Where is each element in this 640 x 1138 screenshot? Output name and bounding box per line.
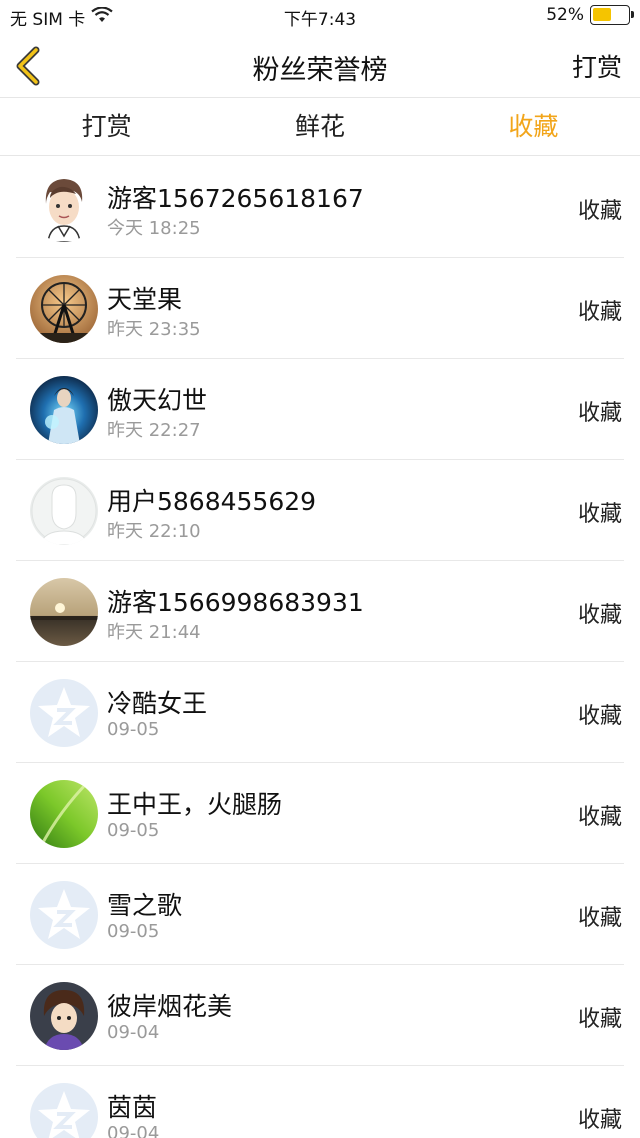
qzone-star-avatar (30, 679, 98, 747)
fan-name: 王中王，火腿肠 (107, 790, 283, 819)
list-item[interactable]: 茵茵 09-04 收藏 (16, 1066, 624, 1138)
fan-action: 收藏 (577, 1108, 622, 1133)
cartoon-man-avatar (30, 174, 98, 242)
status-bar: 无 SIM 卡 下午7:43 52% (0, 0, 640, 34)
fan-time: 昨天 23:35 (107, 319, 201, 340)
fan-name: 冷酷女王 (107, 689, 208, 718)
qzone-star-avatar (30, 1083, 98, 1138)
page-title: 粉丝荣誉榜 (252, 55, 388, 86)
fan-time: 昨天 21:44 (107, 622, 201, 643)
ferris-wheel-avatar (30, 275, 98, 343)
fan-time: 09-05 (107, 921, 160, 942)
tab-flowers[interactable]: 鲜花 (213, 98, 426, 155)
fan-list: 游客1567265618167 今天 18:25 收藏 天堂果 昨天 23:35… (0, 157, 640, 1138)
green-leaf-avatar (30, 780, 98, 848)
list-item[interactable]: 用户5868455629 昨天 22:10 收藏 (16, 460, 624, 561)
list-item[interactable]: 王中王，火腿肠 09-05 收藏 (16, 763, 624, 864)
list-item[interactable]: 天堂果 昨天 23:35 收藏 (16, 258, 624, 359)
fan-name: 用户5868455629 (107, 487, 317, 516)
fan-time: 09-04 (107, 1022, 160, 1043)
fan-action: 收藏 (577, 906, 622, 931)
fan-name: 游客1567265618167 (107, 184, 364, 213)
fan-action: 收藏 (577, 1007, 622, 1032)
fan-time: 今天 18:25 (107, 218, 201, 239)
tab-favorites[interactable]: 收藏 (427, 98, 640, 155)
fantasy-warrior-avatar (30, 376, 98, 444)
fan-name: 天堂果 (107, 285, 183, 314)
tab-reward[interactable]: 打赏 (0, 98, 213, 155)
fan-time: 昨天 22:27 (107, 420, 201, 441)
fan-action: 收藏 (577, 502, 622, 527)
fan-action: 收藏 (577, 401, 622, 426)
list-item[interactable]: 傲天幻世 昨天 22:27 收藏 (16, 359, 624, 460)
fan-name: 彼岸烟花美 (107, 992, 233, 1021)
qzone-star-avatar (30, 881, 98, 949)
list-item[interactable]: 雪之歌 09-05 收藏 (16, 864, 624, 965)
tab-bar: 打赏 鲜花 收藏 (0, 98, 640, 156)
list-item[interactable]: 冷酷女王 09-05 收藏 (16, 662, 624, 763)
fan-time: 09-05 (107, 820, 160, 841)
fan-action: 收藏 (577, 805, 622, 830)
fan-action: 收藏 (577, 199, 622, 224)
battery-percent: 52% (546, 5, 584, 25)
fan-name: 雪之歌 (107, 891, 183, 920)
list-item[interactable]: 游客1566998683931 昨天 21:44 收藏 (16, 561, 624, 662)
status-time: 下午7:43 (283, 10, 357, 30)
sunset-lake-avatar (30, 578, 98, 646)
battery-level (593, 8, 611, 21)
fan-action: 收藏 (577, 704, 622, 729)
list-item[interactable]: 游客1567265618167 今天 18:25 收藏 (16, 157, 624, 258)
nav-bar: 粉丝荣誉榜 打赏 (0, 34, 640, 98)
fan-name: 游客1566998683931 (107, 588, 364, 617)
list-item[interactable]: 彼岸烟花美 09-04 收藏 (16, 965, 624, 1066)
fan-action: 收藏 (577, 300, 622, 325)
fan-name: 茵茵 (107, 1093, 158, 1122)
default-user-avatar (30, 477, 98, 545)
status-right: 52% (546, 5, 634, 25)
reward-button[interactable]: 打赏 (572, 48, 622, 84)
fan-name: 傲天幻世 (107, 386, 208, 415)
battery-icon (590, 5, 634, 25)
fan-time: 09-05 (107, 719, 160, 740)
anime-boy-avatar (30, 982, 98, 1050)
fan-time: 09-04 (107, 1123, 160, 1138)
fan-time: 昨天 22:10 (107, 521, 201, 542)
fan-action: 收藏 (577, 603, 622, 628)
